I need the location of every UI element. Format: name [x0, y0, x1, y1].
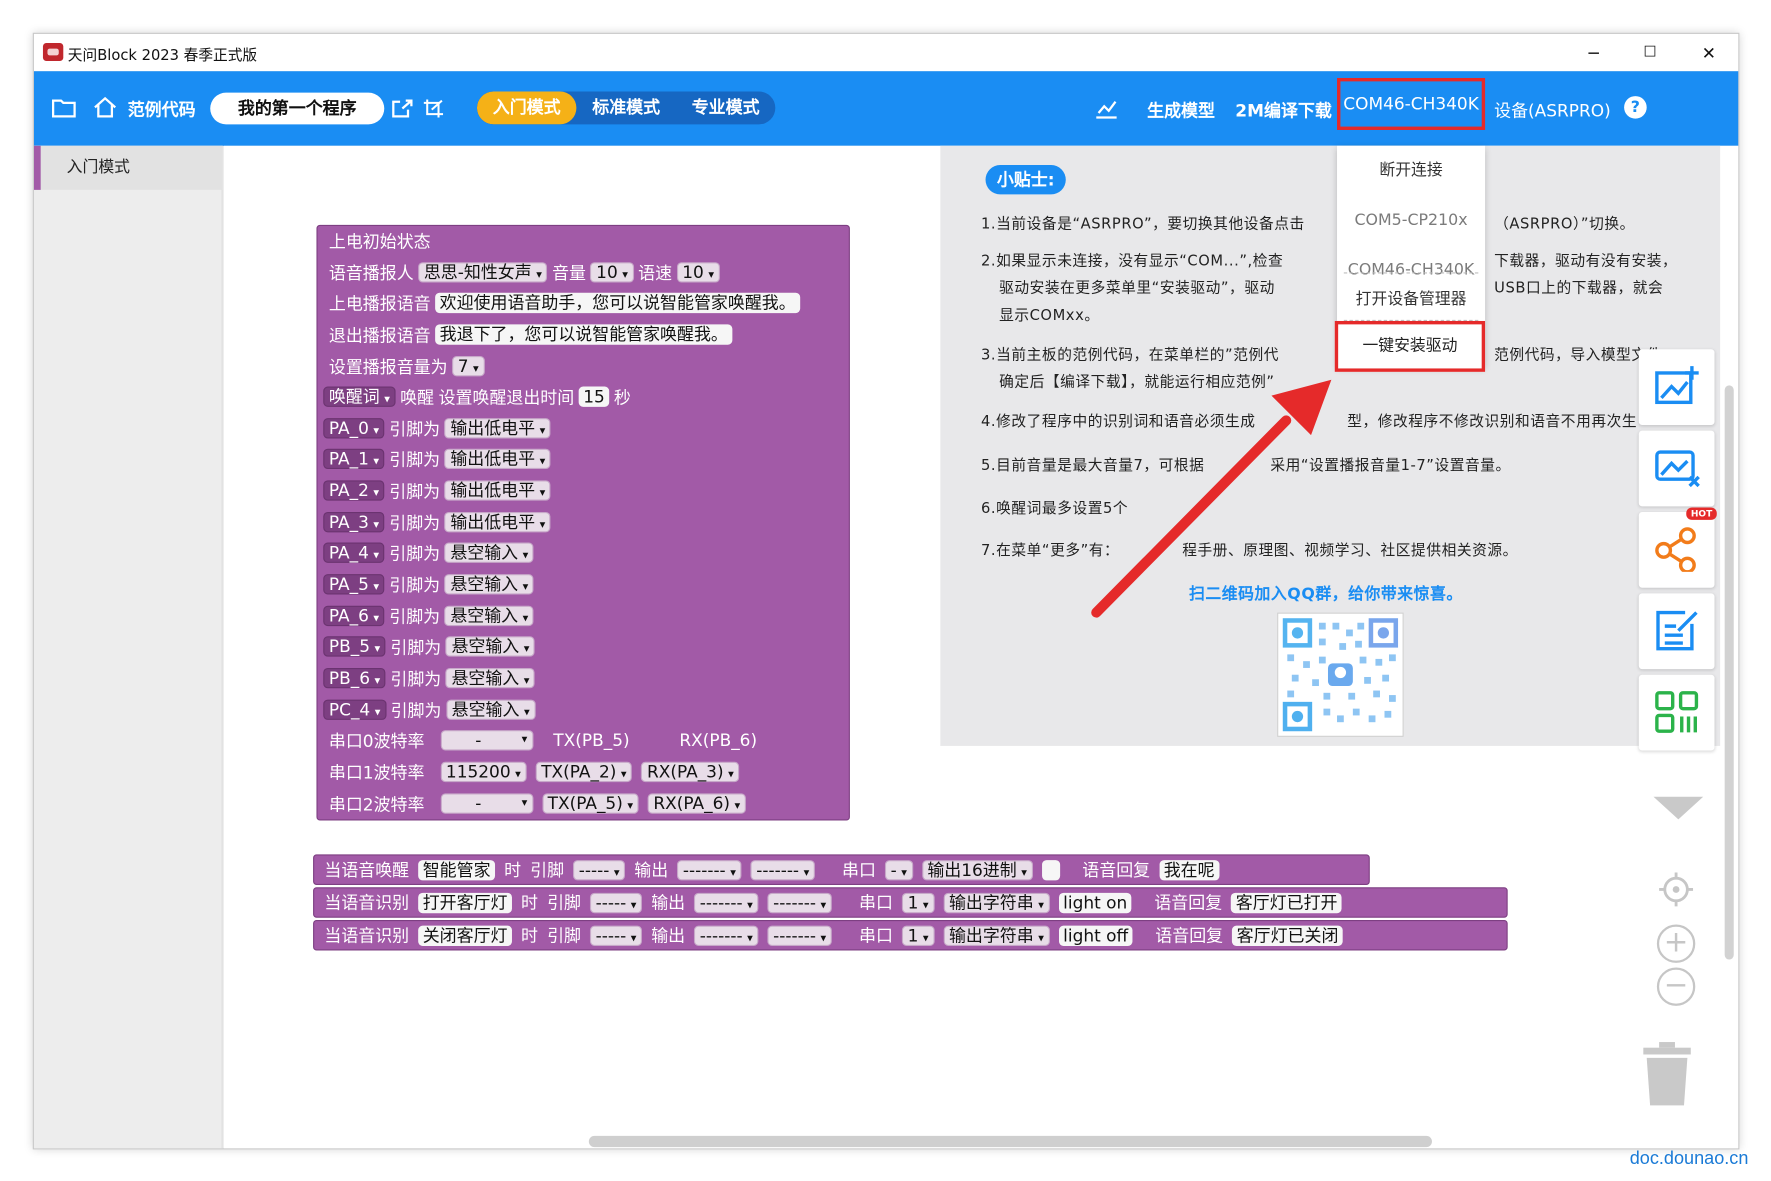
screenshot: 天问Block 2023 春季正式版 ─ ☐ ✕ 范例代码 我的第一个程序 入门…: [0, 0, 1771, 1181]
watermark-text: doc.dounao.cn: [1629, 1149, 1749, 1169]
red-arrow-annotation: [1091, 379, 1332, 618]
